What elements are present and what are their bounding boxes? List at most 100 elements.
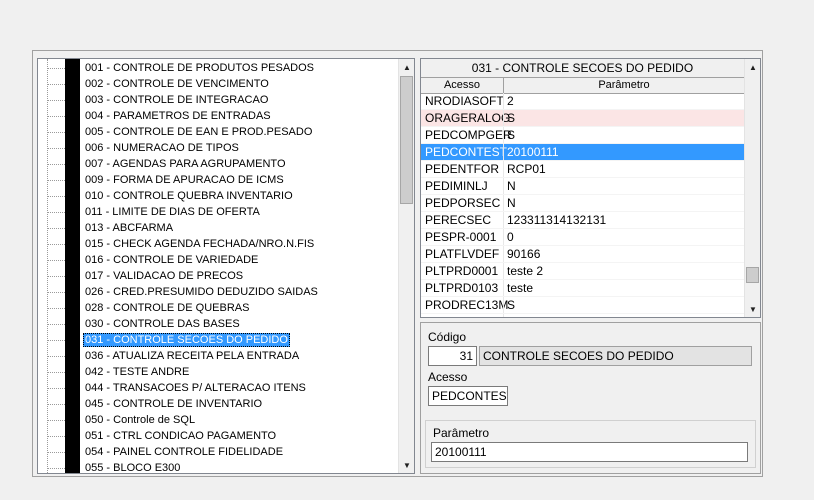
tree-item-label: 002 - CONTROLE DE VENCIMENTO: [85, 78, 269, 90]
cell-acesso: PLTPRD0001: [425, 264, 499, 278]
cell-acesso: PLATFLVDEF: [425, 247, 500, 261]
down-arrow-icon[interactable]: ▼: [399, 457, 414, 473]
cell-acesso: PERECSEC: [425, 213, 492, 227]
table-row[interactable]: PLTPRD0001 teste 2: [421, 263, 744, 280]
tree-item[interactable]: 051 - CTRL CONDICAO PAGAMENTO: [38, 428, 398, 444]
tree-item[interactable]: 026 - CRED.PRESUMIDO DEDUZIDO SAIDAS: [38, 284, 398, 300]
table-row[interactable]: QTDESEMN 70: [421, 314, 744, 317]
grid-scrollbar[interactable]: ▲ ▼: [744, 59, 760, 317]
tree-item[interactable]: 054 - PAINEL CONTROLE FIDELIDADE: [38, 444, 398, 460]
tree-connector: [48, 244, 65, 245]
tree-item[interactable]: 013 - ABCFARMA: [38, 220, 398, 236]
tree-item[interactable]: 007 - AGENDAS PARA AGRUPAMENTO: [38, 156, 398, 172]
down-arrow-icon[interactable]: ▼: [745, 301, 760, 317]
cell-acesso: PEDPORSEC: [425, 196, 501, 210]
table-row[interactable]: PEDCOMPGER S: [421, 127, 744, 144]
cell-parametro: 70: [507, 314, 743, 317]
table-row[interactable]: PESPR-0001 0: [421, 229, 744, 246]
table-row[interactable]: PRODREC13M S: [421, 297, 744, 314]
cell-parametro: N: [507, 179, 516, 193]
up-arrow-icon[interactable]: ▲: [745, 59, 760, 75]
header-parametro[interactable]: Parâmetro: [504, 78, 744, 93]
tree-connector: [48, 276, 65, 277]
tree-item[interactable]: 009 - FORMA DE APURACAO DE ICMS: [38, 172, 398, 188]
table-row[interactable]: NRODIASOFT 2: [421, 93, 744, 110]
tree-scrollbar[interactable]: ▲ ▼: [398, 59, 414, 473]
codigo-label: Código: [428, 330, 467, 344]
tree-item-label: 045 - CONTROLE DE INVENTARIO: [85, 398, 263, 410]
tree-item[interactable]: 010 - CONTROLE QUEBRA INVENTARIO: [38, 188, 398, 204]
codigo-description: CONTROLE SECOES DO PEDIDO: [479, 346, 752, 366]
tree-item[interactable]: 028 - CONTROLE DE QUEBRAS: [38, 300, 398, 316]
tree-item-label: 050 - Controle de SQL: [85, 414, 196, 426]
cell-parametro: 20100111: [507, 145, 559, 159]
tree-item[interactable]: 011 - LIMITE DE DIAS DE OFERTA: [38, 204, 398, 220]
grid-rows: NRODIASOFT 2 ORAGERALOG S PEDCOMPGER S PEDCONT…: [421, 93, 744, 317]
tree-item[interactable]: 004 - PARAMETROS DE ENTRADAS: [38, 108, 398, 124]
table-row[interactable]: PEDIMINLJ N: [421, 178, 744, 195]
tree-connector: [48, 196, 65, 197]
tree-item-label: 001 - CONTROLE DE PRODUTOS PESADOS: [85, 62, 315, 74]
tree-connector: [48, 468, 65, 469]
tree-item[interactable]: 016 - CONTROLE DE VARIEDADE: [38, 252, 398, 268]
column-divider: [503, 263, 504, 279]
tree-item-label: 028 - CONTROLE DE QUEBRAS: [85, 302, 250, 314]
tree-item-label: 003 - CONTROLE DE INTEGRACAO: [85, 94, 269, 106]
tree-item-label: 006 - NUMERACAO DE TIPOS: [85, 142, 239, 154]
tree-item[interactable]: 045 - CONTROLE DE INVENTARIO: [38, 396, 398, 412]
cell-acesso: PLTPRD0103: [425, 281, 499, 295]
tree-item[interactable]: 042 - TESTE ANDRE: [38, 364, 398, 380]
tree-item[interactable]: 036 - ATUALIZA RECEITA PELA ENTRADA: [38, 348, 398, 364]
tree-item-label: 055 - BLOCO E300: [85, 462, 181, 474]
tree-connector: [48, 292, 65, 293]
tree-connector: [48, 180, 65, 181]
tree-item[interactable]: 030 - CONTROLE DAS BASES: [38, 316, 398, 332]
tree-connector: [48, 388, 65, 389]
tree-list: 001 - CONTROLE DE PRODUTOS PESADOS 002 - …: [38, 60, 398, 474]
tree-item[interactable]: 031 - CONTROLE SECOES DO PEDIDO: [38, 332, 398, 348]
table-row[interactable]: PEDCONTEST 20100111: [421, 144, 744, 161]
tree-item[interactable]: 002 - CONTROLE DE VENCIMENTO: [38, 76, 398, 92]
tree-view[interactable]: 001 - CONTROLE DE PRODUTOS PESADOS 002 - …: [37, 58, 415, 474]
tree-item[interactable]: 050 - Controle de SQL: [38, 412, 398, 428]
acesso-field[interactable]: PEDCONTEST: [428, 386, 508, 406]
up-arrow-icon[interactable]: ▲: [399, 59, 414, 75]
table-row[interactable]: PEDPORSEC N: [421, 195, 744, 212]
tree-connector: [48, 340, 65, 341]
parameter-grid[interactable]: 031 - CONTROLE SECOES DO PEDIDO Acesso P…: [420, 58, 761, 318]
tree-connector: [48, 436, 65, 437]
cell-parametro: 0: [507, 230, 514, 244]
tree-item[interactable]: 005 - CONTROLE DE EAN E PROD.PESADO: [38, 124, 398, 140]
tree-connector: [48, 452, 65, 453]
grid-scroll-thumb[interactable]: [746, 267, 759, 283]
table-row[interactable]: PLTPRD0103 teste: [421, 280, 744, 297]
codigo-field[interactable]: 31: [428, 346, 477, 366]
tree-item[interactable]: 044 - TRANSACOES P/ ALTERACAO ITENS: [38, 380, 398, 396]
tree-connector: [48, 228, 65, 229]
tree-item-label: 009 - FORMA DE APURACAO DE ICMS: [85, 174, 284, 186]
table-row[interactable]: ORAGERALOG S: [421, 110, 744, 127]
tree-item[interactable]: 003 - CONTROLE DE INTEGRACAO: [38, 92, 398, 108]
tree-item[interactable]: 006 - NUMERACAO DE TIPOS: [38, 140, 398, 156]
tree-scroll-thumb[interactable]: [400, 76, 413, 204]
table-row[interactable]: PERECSEC 123311314132131: [421, 212, 744, 229]
cell-parametro: N: [507, 196, 516, 210]
tree-item-label: 007 - AGENDAS PARA AGRUPAMENTO: [85, 158, 286, 170]
tree-connector: [48, 148, 65, 149]
tree-connector: [48, 372, 65, 373]
tree-item[interactable]: 017 - VALIDACAO DE PRECOS: [38, 268, 398, 284]
table-row[interactable]: PLATFLVDEF 90166: [421, 246, 744, 263]
tree-item[interactable]: 055 - BLOCO E300: [38, 460, 398, 474]
parametro-field[interactable]: 20100111: [431, 442, 748, 462]
header-acesso[interactable]: Acesso: [421, 78, 504, 93]
column-divider: [503, 314, 504, 317]
cell-parametro: S: [507, 128, 516, 142]
tree-item-label: 004 - PARAMETROS DE ENTRADAS: [85, 110, 271, 122]
column-divider: [503, 280, 504, 296]
tree-item[interactable]: 001 - CONTROLE DE PRODUTOS PESADOS: [38, 60, 398, 76]
tree-item-label: 026 - CRED.PRESUMIDO DEDUZIDO SAIDAS: [85, 286, 318, 298]
table-row[interactable]: PEDENTFOR RCP01: [421, 161, 744, 178]
tree-item[interactable]: 015 - CHECK AGENDA FECHADA/NRO.N.FIS: [38, 236, 398, 252]
cell-parametro: 90166: [507, 247, 541, 261]
column-divider: [503, 246, 504, 262]
